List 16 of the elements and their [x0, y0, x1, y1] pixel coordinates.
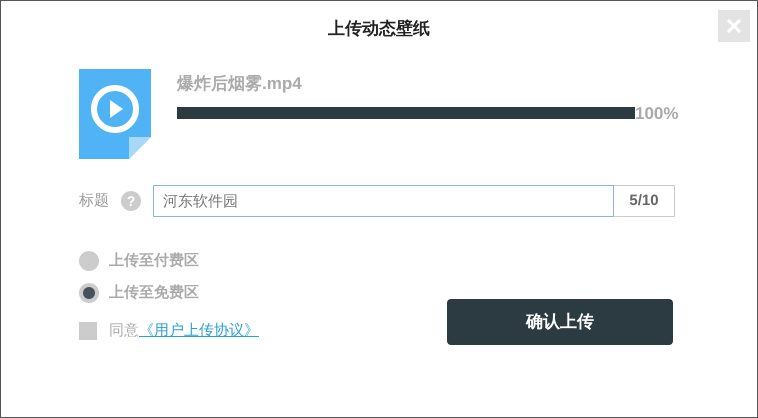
window-title: 上传动态壁纸 — [328, 18, 430, 40]
help-icon[interactable]: ? — [121, 191, 141, 211]
character-counter: 5/10 — [614, 185, 675, 217]
confirm-upload-button[interactable]: 确认上传 — [447, 298, 673, 344]
title-input-field[interactable]: 河东软件园 — [153, 185, 614, 217]
file-name: 爆炸后烟雾.mp4 — [177, 73, 303, 95]
title-label: 标题 — [79, 190, 109, 211]
zone-radio[interactable]: 上传至付费区 — [79, 251, 259, 271]
agree-text: 同意 — [109, 321, 139, 341]
close-icon — [727, 19, 741, 33]
agreement-link[interactable]: 《用户上传协议》 — [139, 320, 259, 342]
video-file-icon — [79, 69, 151, 159]
zone-radio[interactable]: 上传至免费区 — [79, 283, 259, 303]
close-button[interactable] — [718, 10, 750, 42]
progress-percent: 100% — [635, 102, 678, 124]
agree-checkbox[interactable] — [79, 322, 97, 340]
